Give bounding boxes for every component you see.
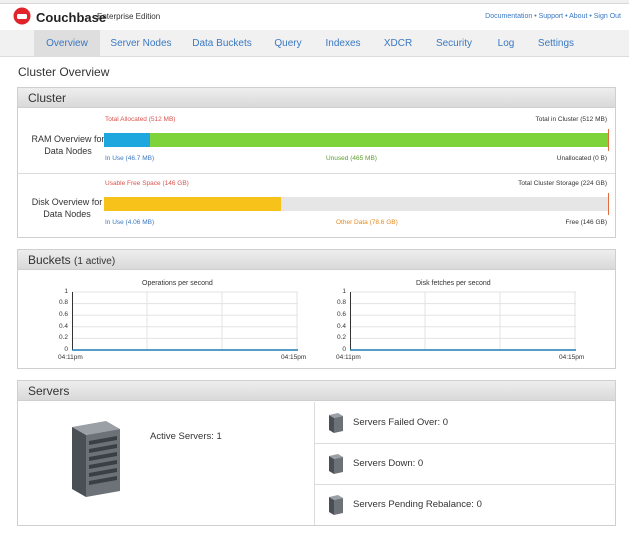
support-link[interactable]: Support [539,13,564,20]
brand-name: Couchbase [36,10,107,25]
ram-unallocated-label: Unallocated (0 B) [556,155,607,162]
buckets-panel: Buckets (1 active) Operations per second… [17,249,616,369]
tab-indexes[interactable]: Indexes [320,30,366,57]
disk-fetches-chart-plot [350,291,576,351]
cluster-panel-title: Cluster [18,88,615,108]
ops-ytick: 0.8 [58,299,68,306]
disk-fetches-ytick: 0 [342,346,346,353]
active-servers-count: Active Servers: 1 [150,431,222,442]
disk-fetches-xtick: 04:11pm [336,354,361,361]
ops-chart-plot [72,291,298,351]
page-title: Cluster Overview [18,65,110,79]
servers-down: Servers Down: 0 [353,458,424,469]
servers-column-divider [314,402,315,525]
server-down-icon [328,453,344,480]
disk-free-marker [608,193,609,215]
disk-other-data-label: Other Data (78.6 GB) [336,219,398,226]
disk-fetches-chart: Disk fetches per second 1 0.8 0.6 0.4 0.… [316,278,606,368]
server-failed-over-icon [328,412,344,439]
cluster-panel: Cluster RAM Overview for Data Nodes Tota… [17,87,616,238]
documentation-link[interactable]: Documentation [485,13,532,20]
tab-settings[interactable]: Settings [533,30,579,57]
tab-query[interactable]: Query [268,30,308,57]
server-tower-icon [66,419,122,504]
couchbase-logo-icon[interactable] [12,7,32,25]
disk-free-label: Free (146 GB) [565,219,607,226]
servers-row-divider [315,443,616,444]
disk-fetches-ytick: 0.4 [336,323,346,330]
disk-free-segment [281,197,609,211]
ram-quota-marker [608,129,609,151]
tab-log[interactable]: Log [490,30,522,57]
ram-in-use-label: In Use (46.7 MB) [105,155,155,162]
ram-usage-bar [104,129,609,151]
disk-usage-bar [104,193,609,215]
ops-xtick: 04:11pm [58,354,83,361]
main-nav: Overview Server Nodes Data Buckets Query… [0,30,629,57]
ops-ytick: 0.2 [58,334,68,341]
tab-data-buckets[interactable]: Data Buckets [188,30,256,57]
ops-ytick: 0.4 [58,323,68,330]
disk-fetches-xtick: 04:15pm [559,354,585,361]
disk-fetches-ytick: 1 [342,288,346,295]
ram-total-allocated: Total Allocated (512 MB) [105,116,176,123]
edition-label: Enterprise Edition [97,12,161,21]
server-pending-rebalance-icon [328,494,344,521]
disk-in-use-label: In Use (4.06 MB) [105,219,155,226]
tab-overview[interactable]: Overview [34,30,100,57]
cluster-row-divider [18,173,615,174]
ops-ytick: 0 [64,346,68,353]
ops-ytick: 1 [64,288,68,295]
ram-overview-label: RAM Overview for Data Nodes [31,134,105,156]
ops-chart-title: Operations per second [142,280,213,287]
tab-security[interactable]: Security [430,30,478,57]
app-header: Couchbase Enterprise Edition Documentati… [0,4,629,30]
about-link[interactable]: About [569,13,587,20]
tab-server-nodes[interactable]: Server Nodes [104,30,178,57]
ram-unused-label: Unused (465 MB) [326,155,377,162]
disk-total-storage: Total Cluster Storage (224 GB) [518,180,607,187]
ram-total-in-cluster: Total in Cluster (512 MB) [535,116,607,123]
servers-pending-rebalance: Servers Pending Rebalance: 0 [353,499,482,510]
disk-usable-free-space: Usable Free Space (146 GB) [105,180,189,187]
disk-fetches-chart-title: Disk fetches per second [416,280,491,287]
ops-per-second-chart: Operations per second 1 0.8 0.6 0.4 0.2 … [38,278,308,368]
tab-xdcr[interactable]: XDCR [378,30,418,57]
servers-failed-over: Servers Failed Over: 0 [353,417,449,428]
sign-out-link[interactable]: Sign Out [594,13,621,20]
disk-fetches-ytick: 0.2 [336,334,346,341]
top-links: Documentation • Support • About • Sign O… [485,13,621,20]
buckets-panel-title: Buckets (1 active) [18,250,615,270]
disk-fetches-ytick: 0.6 [336,311,346,318]
buckets-active-count: (1 active) [74,256,116,267]
ops-ytick: 0.6 [58,311,68,318]
servers-row-divider [315,484,616,485]
ram-in-use-segment [104,133,150,147]
disk-other-data-segment [104,197,281,211]
ops-xtick: 04:15pm [281,354,307,361]
buckets-title: Buckets [28,253,71,267]
disk-overview-label: Disk Overview for Data Nodes [31,197,103,219]
ram-unused-segment [150,133,609,147]
servers-panel-title: Servers [18,381,615,401]
disk-fetches-ytick: 0.8 [336,299,346,306]
servers-panel: Servers Active Servers: 1 Servers Failed… [17,380,616,526]
